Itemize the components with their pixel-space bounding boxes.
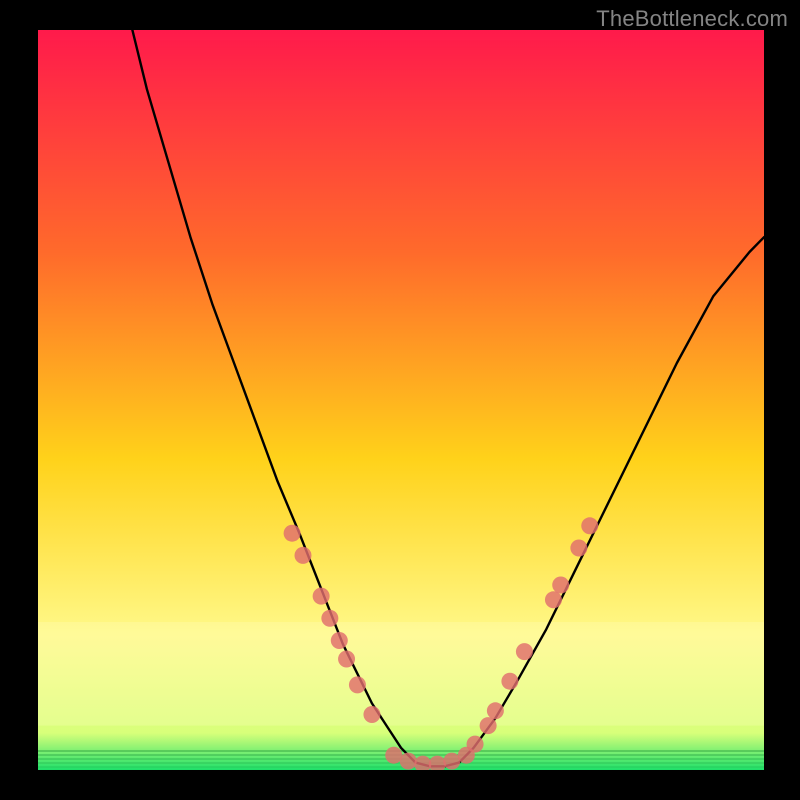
lower-band bbox=[38, 622, 764, 726]
sample-point bbox=[349, 676, 366, 693]
sample-point bbox=[284, 525, 301, 542]
chart-stage: TheBottleneck.com bbox=[0, 0, 800, 800]
sample-point bbox=[545, 591, 562, 608]
sample-point bbox=[581, 517, 598, 534]
sample-point bbox=[313, 588, 330, 605]
sample-point bbox=[552, 577, 569, 594]
sample-point bbox=[570, 540, 587, 557]
sample-point bbox=[487, 702, 504, 719]
sample-point bbox=[331, 632, 348, 649]
sample-point bbox=[363, 706, 380, 723]
plot-area bbox=[38, 30, 764, 770]
sample-point bbox=[467, 736, 484, 753]
sample-point bbox=[516, 643, 533, 660]
watermark-text: TheBottleneck.com bbox=[596, 6, 788, 32]
bottleneck-chart bbox=[38, 30, 764, 770]
sample-point bbox=[480, 717, 497, 734]
sample-point bbox=[338, 651, 355, 668]
sample-point bbox=[501, 673, 518, 690]
sample-point bbox=[385, 747, 402, 764]
sample-point bbox=[400, 753, 417, 770]
sample-point bbox=[443, 753, 460, 770]
baseline-stripe bbox=[38, 766, 764, 768]
sample-point bbox=[321, 610, 338, 627]
sample-point bbox=[294, 547, 311, 564]
